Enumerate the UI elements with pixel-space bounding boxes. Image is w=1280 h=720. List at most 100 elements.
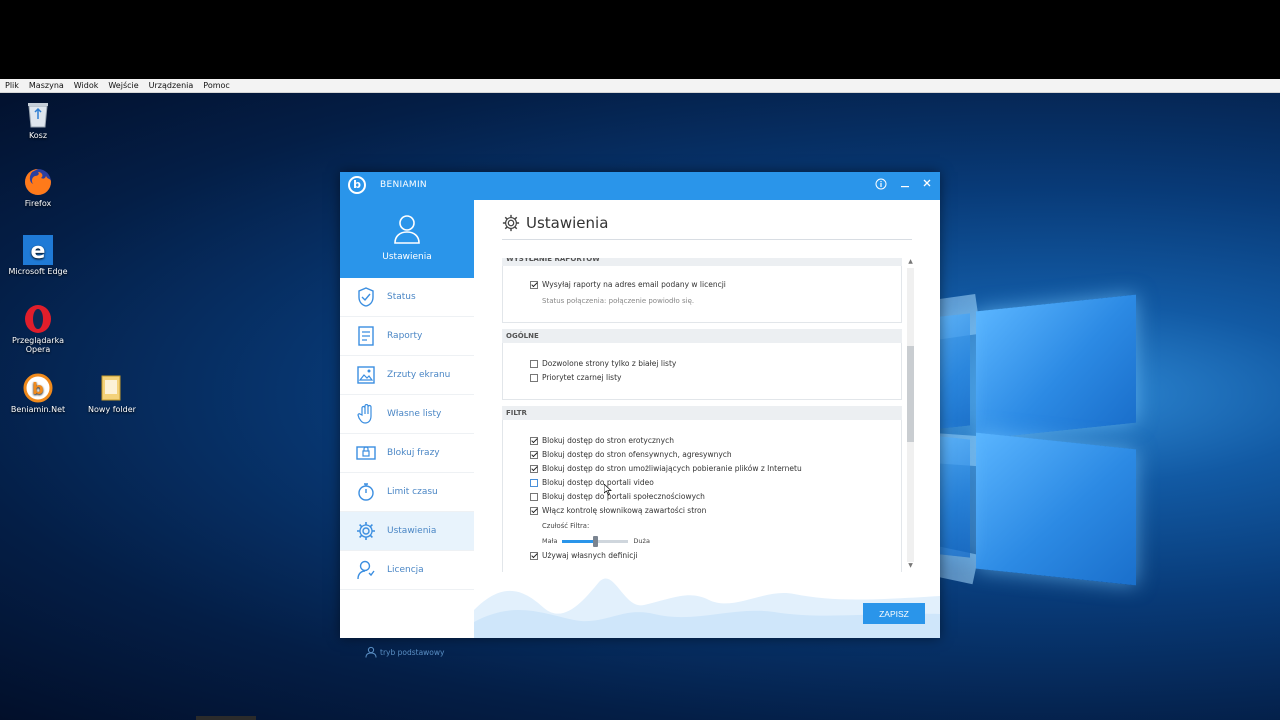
sidebar-item-license[interactable]: Licencja	[340, 551, 474, 590]
blacklist-priority-checkbox[interactable]	[530, 373, 538, 382]
hand-icon	[356, 404, 376, 424]
sidebar-item-reports[interactable]: Raporty	[340, 317, 474, 356]
send-reports-option[interactable]: Wysyłaj raporty na adres email podany w …	[530, 280, 726, 289]
page-title: Ustawienia	[502, 214, 608, 232]
section-reports	[502, 266, 902, 323]
close-button[interactable]	[920, 178, 934, 192]
filter-checkbox[interactable]	[530, 436, 538, 445]
vm-menu-help[interactable]: Pomoc	[198, 81, 235, 90]
desktop-icon-label: Kosz	[28, 131, 48, 140]
settings-scroll-area[interactable]: WYSYŁANIE RAPORTÓW Wysyłaj raporty na ad…	[502, 258, 912, 572]
gear-icon	[502, 214, 520, 232]
beniamin-logo-icon: b	[348, 176, 366, 194]
blacklist-priority-option[interactable]: Priorytet czarnej listy	[530, 373, 621, 382]
own-definitions-option[interactable]: Używaj własnych definicji	[530, 551, 638, 560]
basic-mode-label: tryb podstawowy	[380, 647, 445, 657]
filter-checkbox[interactable]	[530, 478, 538, 487]
beniamin-icon: b	[23, 373, 53, 403]
info-button[interactable]	[874, 178, 888, 192]
filter-option-dictionary[interactable]: Włącz kontrolę słownikową zawartości str…	[530, 506, 706, 515]
filter-option-offensive[interactable]: Blokuj dostęp do stron ofensywnych, agre…	[530, 450, 732, 459]
desktop-icon-recycle-bin[interactable]: Kosz	[0, 99, 76, 140]
title-divider	[502, 239, 912, 240]
opera-icon	[23, 304, 53, 334]
scroll-down-icon[interactable]: ▼	[906, 562, 915, 569]
sidebar-item-label: Status	[387, 292, 416, 302]
sidebar-header-label: Ustawienia	[382, 252, 432, 262]
filter-checkbox[interactable]	[530, 506, 538, 515]
filter-option-video[interactable]: Blokuj dostęp do portali video	[530, 478, 654, 487]
connection-status-text: Status połączenia: połączenie powiodło s…	[542, 297, 695, 305]
desktop-icon-label: Beniamin.Net	[10, 405, 66, 414]
filter-option-social[interactable]: Blokuj dostęp do portali społecznościowy…	[530, 492, 705, 501]
sidebar-item-own-lists[interactable]: Własne listy	[340, 395, 474, 434]
own-definitions-checkbox[interactable]	[530, 551, 538, 560]
filter-option-label: Włącz kontrolę słownikową zawartości str…	[542, 506, 707, 515]
folder-icon	[97, 373, 127, 403]
edge-icon: e	[23, 235, 53, 265]
sidebar-item-label: Raporty	[387, 331, 423, 341]
sidebar-item-label: Ustawienia	[387, 526, 437, 536]
close-icon	[923, 179, 931, 187]
section-header-reports: WYSYŁANIE RAPORTÓW	[502, 258, 902, 266]
sensitivity-label: Czułość Filtra:	[542, 522, 590, 530]
filter-option-label: Blokuj dostęp do stron umożliwiających p…	[542, 464, 802, 473]
sensitivity-max-label: Duża	[633, 537, 650, 545]
window-titlebar[interactable]: b BENIAMIN	[340, 172, 940, 200]
sensitivity-slider[interactable]	[562, 535, 629, 547]
svg-text:b: b	[32, 379, 43, 398]
svg-text:e: e	[31, 239, 46, 264]
desktop-icon-opera[interactable]: Przeglądarka Opera	[0, 304, 76, 354]
minimize-button[interactable]	[898, 178, 912, 192]
vm-menu-machine[interactable]: Maszyna	[24, 81, 69, 90]
sidebar-item-label: Licencja	[387, 565, 424, 575]
firefox-icon	[23, 167, 53, 197]
vertical-scrollbar[interactable]: ▲ ▼	[906, 258, 915, 572]
sensitivity-slider-handle[interactable]	[592, 535, 598, 547]
filter-option-label: Blokuj dostęp do portali video	[542, 478, 654, 487]
desktop-icon-firefox[interactable]: Firefox	[0, 167, 76, 208]
blacklist-priority-label: Priorytet czarnej listy	[542, 373, 622, 382]
whitelist-only-option[interactable]: Dozwolone strony tylko z białej listy	[530, 359, 676, 368]
window-title: BENIAMIN	[380, 180, 427, 190]
scroll-up-icon[interactable]: ▲	[906, 258, 915, 265]
sidebar-item-label: Własne listy	[387, 409, 442, 419]
sidebar-item-status[interactable]: Status	[340, 278, 474, 317]
sidebar-item-settings[interactable]: Ustawienia	[340, 512, 474, 551]
desktop-icon-label: Firefox	[24, 199, 52, 208]
settings-content: Ustawienia WYSYŁANIE RAPORTÓW Wysyłaj ra…	[474, 200, 940, 638]
vm-menu-devices[interactable]: Urządzenia	[144, 81, 199, 90]
filter-checkbox[interactable]	[530, 450, 538, 459]
vm-menu-input[interactable]: Wejście	[103, 81, 143, 90]
save-button[interactable]: ZAPISZ	[863, 603, 925, 624]
filter-option-downloads[interactable]: Blokuj dostęp do stron umożliwiających p…	[530, 464, 802, 473]
sidebar-item-block-phrases[interactable]: Blokuj frazy	[340, 434, 474, 473]
stopwatch-icon	[356, 482, 376, 502]
filter-option-label: Blokuj dostęp do portali społecznościowy…	[542, 492, 705, 501]
filter-checkbox[interactable]	[530, 492, 538, 501]
vm-menu-view[interactable]: Widok	[69, 81, 104, 90]
taskbar-fragment	[196, 716, 256, 720]
recycle-bin-icon	[23, 99, 53, 129]
vm-menu-file[interactable]: Plik	[0, 81, 24, 90]
desktop-icon-new-folder[interactable]: Nowy folder	[74, 373, 150, 414]
filter-checkbox[interactable]	[530, 464, 538, 473]
sidebar-item-time-limit[interactable]: Limit czasu	[340, 473, 474, 512]
own-definitions-label: Używaj własnych definicji	[542, 551, 638, 560]
send-reports-checkbox[interactable]	[530, 280, 538, 289]
sensitivity-slider-row: Mała Duża	[542, 535, 650, 547]
desktop-icon-edge[interactable]: e Microsoft Edge	[0, 235, 76, 276]
desktop-icon-beniamin[interactable]: b Beniamin.Net	[0, 373, 76, 414]
sidebar-item-screenshots[interactable]: Zrzuty ekranu	[340, 356, 474, 395]
info-icon	[875, 178, 887, 190]
section-header-general: OGÓLNE	[502, 329, 902, 343]
whitelist-only-checkbox[interactable]	[530, 359, 538, 368]
desktop-icon-label: Nowy folder	[88, 405, 136, 414]
filter-option-label: Blokuj dostęp do stron erotycznych	[542, 436, 674, 445]
sidebar-item-label: Blokuj frazy	[387, 448, 440, 458]
filter-option-erotic[interactable]: Blokuj dostęp do stron erotycznych	[530, 436, 674, 445]
desktop-icon-label: Przeglądarka Opera	[12, 336, 64, 354]
scrollbar-thumb[interactable]	[907, 346, 914, 442]
send-reports-label: Wysyłaj raporty na adres email podany w …	[542, 280, 726, 289]
basic-mode-link[interactable]: tryb podstawowy	[365, 646, 444, 658]
